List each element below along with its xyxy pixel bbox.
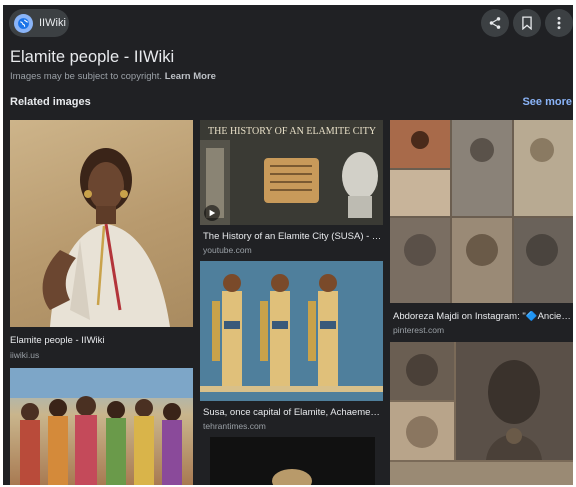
see-more-link[interactable]: See more: [522, 96, 572, 108]
woman-portrait-image: [42, 148, 170, 327]
site-chip-label: IIWiki: [39, 17, 66, 29]
archers-frieze-image: [200, 261, 383, 401]
video-thumbnail-image: THE HISTORY OF AN ELAMITE CITY: [200, 120, 383, 225]
result-title[interactable]: Elamite people - IIWiki: [10, 335, 193, 346]
statue-thumbnail[interactable]: [210, 437, 375, 485]
share-icon: [489, 17, 501, 29]
video-play-button[interactable]: [204, 205, 220, 221]
video-overlay-title: THE HISTORY OF AN ELAMITE CITY: [208, 126, 376, 137]
top-bar: IIWiki: [3, 5, 573, 41]
more-vert-icon: [557, 16, 561, 30]
play-icon: [209, 209, 216, 217]
sculpture-collage-thumbnail[interactable]: [390, 342, 573, 485]
learn-more-link[interactable]: Learn More: [165, 71, 216, 82]
site-chip[interactable]: IIWiki: [9, 9, 69, 37]
copyright-text: Images may be subject to copyright.: [10, 71, 163, 82]
image-viewer-panel: IIWiki Elamite people - IIWiki Images ma…: [3, 5, 573, 485]
bookmark-icon: [522, 16, 532, 30]
copyright-notice: Images may be subject to copyright. Lear…: [10, 71, 216, 82]
children-group-image[interactable]: [10, 368, 193, 485]
result-thumbnail[interactable]: THE HISTORY OF AN ELAMITE CITY: [200, 120, 383, 225]
result-source: iiwiki.us: [10, 350, 40, 360]
group-photo-image: [10, 368, 193, 485]
share-button[interactable]: [481, 9, 509, 37]
save-button[interactable]: [513, 9, 541, 37]
related-images-heading: Related images: [10, 96, 91, 108]
statue-head-image: [272, 469, 312, 485]
more-options-button[interactable]: [545, 9, 573, 37]
globe-icon: [14, 13, 33, 33]
result-thumbnail[interactable]: [200, 261, 383, 401]
page-title: Elamite people - IIWiki: [10, 48, 175, 66]
result-thumbnail[interactable]: [390, 120, 573, 303]
result-thumbnail[interactable]: [10, 120, 193, 327]
result-source: pinterest.com: [393, 325, 445, 335]
reliefs-collage-image: [390, 120, 573, 303]
sculpture-collage-image: [390, 342, 573, 485]
result-title[interactable]: Abdoreza Majdi on Instagram: "🔷Ancient..…: [393, 311, 571, 322]
result-source: tehrantimes.com: [203, 421, 266, 431]
result-title[interactable]: The History of an Elamite City (SUSA) - …: [203, 231, 383, 242]
result-title[interactable]: Susa, once capital of Elamite, Achaemeni…: [203, 407, 383, 418]
result-source: youtube.com: [203, 245, 252, 255]
